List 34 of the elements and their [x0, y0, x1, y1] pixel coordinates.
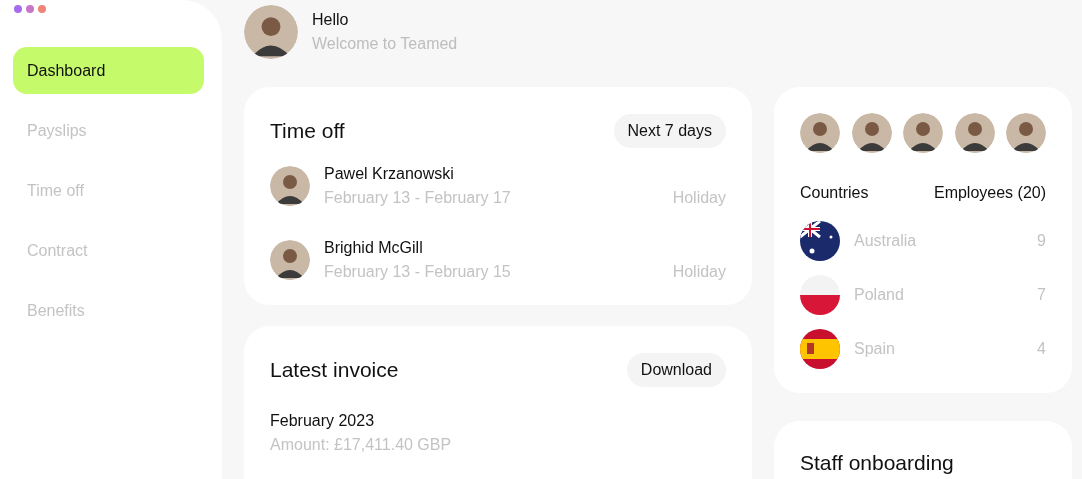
flag-icon: [800, 221, 840, 261]
employee-count: 4: [1037, 339, 1046, 359]
leave-type: Holiday: [672, 188, 726, 208]
leave-type: Holiday: [672, 262, 726, 282]
window-control[interactable]: [14, 5, 22, 13]
column-header: Countries: [800, 183, 869, 203]
download-button[interactable]: Download: [626, 353, 726, 387]
subtitle: Welcome to Teamed: [312, 34, 458, 54]
sidebar-item[interactable]: Contract: [13, 227, 204, 274]
card-title: Staff onboarding: [800, 451, 954, 474]
window-control[interactable]: [38, 5, 46, 13]
country-name: Poland: [854, 285, 905, 305]
greeting: Hello: [312, 10, 350, 30]
card-title: Time off: [270, 118, 345, 145]
date-range: February 13 - February 17: [324, 188, 512, 208]
window-control[interactable]: [26, 5, 34, 13]
sidebar-item[interactable]: Benefits: [13, 287, 204, 334]
card-title: Latest invoice: [270, 357, 399, 384]
flag-icon: [800, 275, 840, 315]
sidebar-item[interactable]: Time off: [13, 167, 204, 214]
country-name: Australia: [854, 231, 918, 251]
sidebar-item[interactable]: Dashboard: [13, 47, 204, 94]
column-header: Employees (20): [933, 183, 1046, 203]
date-range: February 13 - February 15: [324, 262, 512, 282]
flag-icon: [800, 329, 840, 369]
employee-count: 7: [1037, 285, 1046, 305]
employee-name: Brighid McGill: [324, 238, 424, 258]
invoice-period: February 2023: [270, 411, 376, 431]
filter-button[interactable]: Next 7 days: [613, 114, 726, 148]
country-name: Spain: [854, 339, 896, 359]
invoice-amount: Amount: £17,411.40 GBP: [270, 435, 453, 455]
employee-count: 9: [1037, 231, 1046, 251]
sidebar-item[interactable]: Payslips: [13, 107, 204, 154]
employee-name: Pawel Krzanowski: [324, 164, 455, 184]
